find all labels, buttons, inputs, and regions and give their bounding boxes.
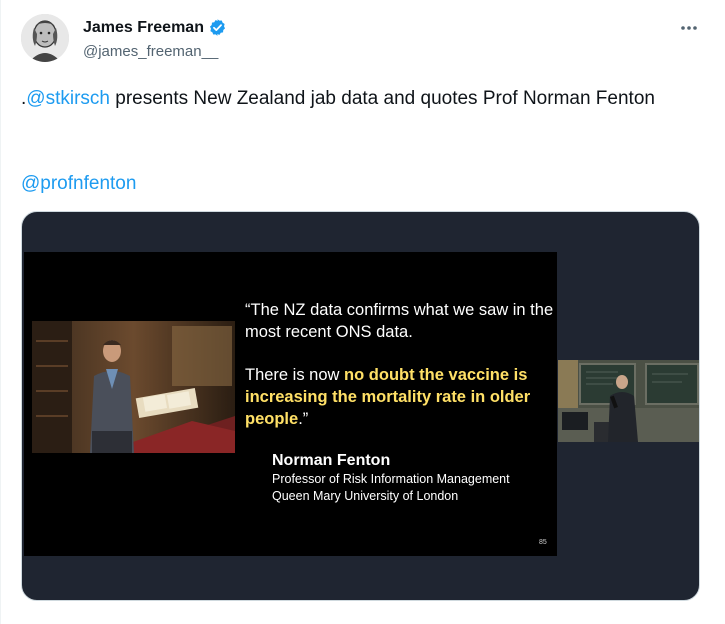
mention-link-profnfenton[interactable]: @profnfenton xyxy=(21,170,136,198)
avatar[interactable] xyxy=(21,14,69,62)
author-name-row: James Freeman xyxy=(83,18,227,37)
library-photo xyxy=(32,321,235,453)
speaker-org: Queen Mary University of London xyxy=(272,489,459,503)
slide-attribution: Norman Fenton Professor of Risk Informat… xyxy=(272,451,510,505)
slide-quote: “The NZ data confirms what we saw in the… xyxy=(245,299,555,451)
verified-badge-icon xyxy=(208,18,227,37)
display-name[interactable]: James Freeman xyxy=(83,19,204,37)
slide-number: 85 xyxy=(539,539,547,546)
quote-end: .” xyxy=(298,410,309,428)
speaker-name: Norman Fenton xyxy=(272,452,391,469)
quote-paragraph-1: “The NZ data confirms what we saw in the… xyxy=(245,301,554,341)
more-horizontal-icon[interactable] xyxy=(677,16,701,40)
tweet-text: .@stkirsch presents New Zealand jab data… xyxy=(21,85,681,113)
speaker-title: Professor of Risk Information Management xyxy=(272,472,510,486)
quote-plain: There is now xyxy=(245,366,345,384)
portrait-avatar-icon xyxy=(21,14,69,62)
author-handle[interactable]: @james_freeman__ xyxy=(83,43,218,60)
mention-link-stkirsch[interactable]: @stkirsch xyxy=(26,88,110,109)
speaker-camera-feed xyxy=(558,360,699,442)
video-player[interactable]: “The NZ data confirms what we saw in the… xyxy=(21,211,700,601)
presentation-slide: “The NZ data confirms what we saw in the… xyxy=(24,252,557,556)
tweet-body: presents New Zealand jab data and quotes… xyxy=(109,88,655,109)
tweet-card: James Freeman @james_freeman__ .@stkirsc… xyxy=(0,0,725,624)
quote-paragraph-2: There is now no doubt the vaccine is inc… xyxy=(245,364,555,430)
